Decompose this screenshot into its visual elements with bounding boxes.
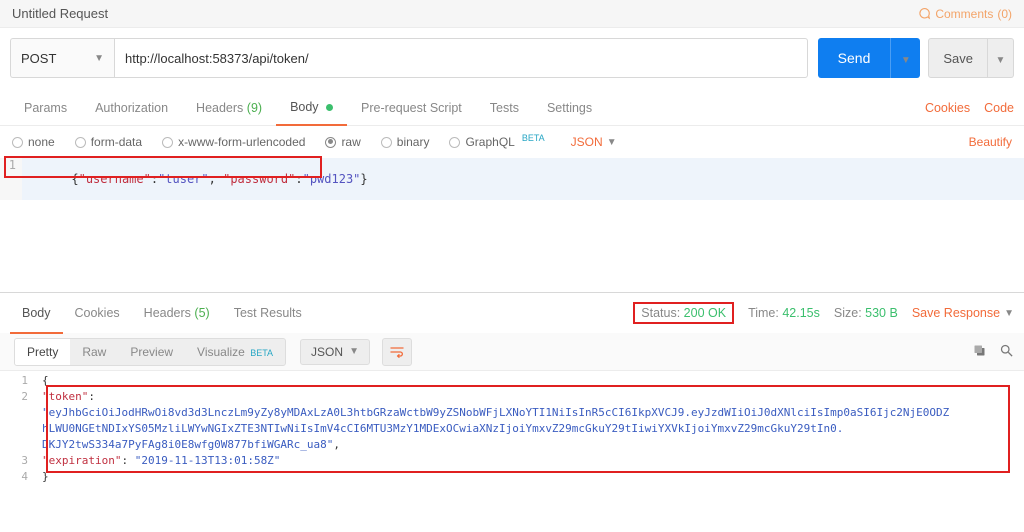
body-type-raw-label: raw bbox=[341, 135, 360, 149]
radio-icon bbox=[12, 137, 23, 148]
radio-icon bbox=[325, 137, 336, 148]
line-number: 1 bbox=[0, 158, 22, 200]
radio-icon bbox=[449, 137, 460, 148]
chevron-down-icon: ▼ bbox=[901, 55, 911, 66]
chevron-down-icon: ▼ bbox=[349, 346, 359, 357]
http-method-value: POST bbox=[21, 51, 56, 66]
tab-prerequest-script[interactable]: Pre-request Script bbox=[347, 91, 476, 125]
save-response-label: Save Response bbox=[912, 306, 1000, 320]
body-type-xwww-label: x-www-form-urlencoded bbox=[178, 135, 305, 149]
body-type-none[interactable]: none bbox=[12, 135, 55, 149]
view-visualize[interactable]: Visualize BETA bbox=[185, 339, 285, 365]
send-button[interactable]: Send bbox=[818, 38, 891, 78]
line-number: 2 bbox=[0, 389, 38, 405]
body-raw-format-select[interactable]: JSON ▼ bbox=[571, 135, 617, 149]
body-dirty-dot-icon bbox=[326, 104, 333, 111]
tab-body[interactable]: Body bbox=[276, 90, 347, 126]
radio-icon bbox=[75, 137, 86, 148]
view-pretty[interactable]: Pretty bbox=[15, 339, 70, 365]
response-format-value: JSON bbox=[311, 345, 343, 359]
response-tab-headers-label: Headers bbox=[144, 306, 191, 320]
body-type-binary[interactable]: binary bbox=[381, 135, 430, 149]
comments-count: (0) bbox=[997, 7, 1012, 21]
beta-badge: BETA bbox=[250, 348, 273, 358]
view-mode-group: Pretty Raw Preview Visualize BETA bbox=[14, 338, 286, 366]
body-raw-format-value: JSON bbox=[571, 135, 603, 149]
chevron-down-icon: ▼ bbox=[94, 53, 104, 64]
search-icon bbox=[999, 343, 1014, 358]
line-number: 3 bbox=[0, 453, 38, 469]
response-status: Status: 200 OK bbox=[633, 302, 734, 324]
body-editor[interactable]: 1 {"username":"tuser", "password":"pwd12… bbox=[0, 158, 1024, 292]
save-button[interactable]: Save bbox=[928, 38, 988, 78]
response-time: Time: 42.15s bbox=[748, 306, 820, 320]
comments-label: Comments bbox=[935, 7, 993, 21]
copy-response-button[interactable] bbox=[972, 343, 987, 361]
body-type-none-label: none bbox=[28, 135, 55, 149]
response-tab-body[interactable]: Body bbox=[10, 294, 63, 334]
line-number bbox=[0, 437, 38, 453]
chevron-down-icon: ▼ bbox=[1004, 308, 1014, 319]
response-tab-test-results[interactable]: Test Results bbox=[222, 294, 314, 332]
line-number bbox=[0, 421, 38, 437]
code-link[interactable]: Code bbox=[984, 101, 1014, 115]
line-number: 1 bbox=[0, 373, 38, 389]
comments-link[interactable]: Comments (0) bbox=[917, 7, 1012, 21]
save-dropdown[interactable]: ▼ bbox=[988, 38, 1014, 78]
tab-body-label: Body bbox=[290, 100, 319, 114]
wrap-icon bbox=[389, 345, 405, 359]
radio-icon bbox=[162, 137, 173, 148]
response-body-editor[interactable]: 1{ 2"token": "eyJhbGciOiJodHRwOi8vd3d3Ln… bbox=[0, 371, 1024, 485]
tab-headers[interactable]: Headers (9) bbox=[182, 91, 276, 125]
response-tab-headers[interactable]: Headers (5) bbox=[132, 294, 222, 332]
body-type-graphql-label: GraphQL bbox=[465, 135, 514, 149]
response-tab-cookies[interactable]: Cookies bbox=[63, 294, 132, 332]
search-response-button[interactable] bbox=[999, 343, 1014, 361]
beautify-link[interactable]: Beautify bbox=[969, 135, 1012, 149]
copy-icon bbox=[972, 343, 987, 358]
body-type-form-data[interactable]: form-data bbox=[75, 135, 142, 149]
chevron-down-icon: ▼ bbox=[607, 137, 617, 148]
response-size: Size: 530 B bbox=[834, 306, 898, 320]
radio-icon bbox=[381, 137, 392, 148]
response-tab-headers-count: (5) bbox=[194, 306, 209, 320]
cookies-link[interactable]: Cookies bbox=[925, 101, 970, 115]
http-method-select[interactable]: POST ▼ bbox=[10, 38, 114, 78]
line-number: 4 bbox=[0, 469, 38, 485]
tab-tests[interactable]: Tests bbox=[476, 91, 533, 125]
chevron-down-icon: ▼ bbox=[996, 55, 1006, 66]
send-dropdown[interactable]: ▼ bbox=[890, 38, 920, 78]
tab-headers-count: (9) bbox=[247, 101, 262, 115]
wrap-lines-button[interactable] bbox=[382, 338, 412, 366]
comments-icon bbox=[917, 7, 931, 21]
body-type-xwww[interactable]: x-www-form-urlencoded bbox=[162, 135, 305, 149]
request-title[interactable]: Untitled Request bbox=[12, 6, 108, 21]
url-input[interactable] bbox=[114, 38, 808, 78]
tab-params[interactable]: Params bbox=[10, 91, 81, 125]
view-raw[interactable]: Raw bbox=[70, 339, 118, 365]
view-preview[interactable]: Preview bbox=[118, 339, 185, 365]
response-format-select[interactable]: JSON ▼ bbox=[300, 339, 370, 365]
save-response-dropdown[interactable]: Save Response ▼ bbox=[912, 306, 1014, 320]
line-number bbox=[0, 405, 38, 421]
tab-settings[interactable]: Settings bbox=[533, 91, 606, 125]
tab-authorization[interactable]: Authorization bbox=[81, 91, 182, 125]
body-type-binary-label: binary bbox=[397, 135, 430, 149]
body-type-graphql[interactable]: GraphQL BETA bbox=[449, 135, 544, 149]
body-type-form-data-label: form-data bbox=[91, 135, 142, 149]
beta-badge: BETA bbox=[522, 133, 545, 143]
body-type-raw[interactable]: raw bbox=[325, 135, 360, 149]
tab-headers-label: Headers bbox=[196, 101, 243, 115]
body-code-line: {"username":"tuser", "password":"pwd123"… bbox=[22, 158, 368, 200]
